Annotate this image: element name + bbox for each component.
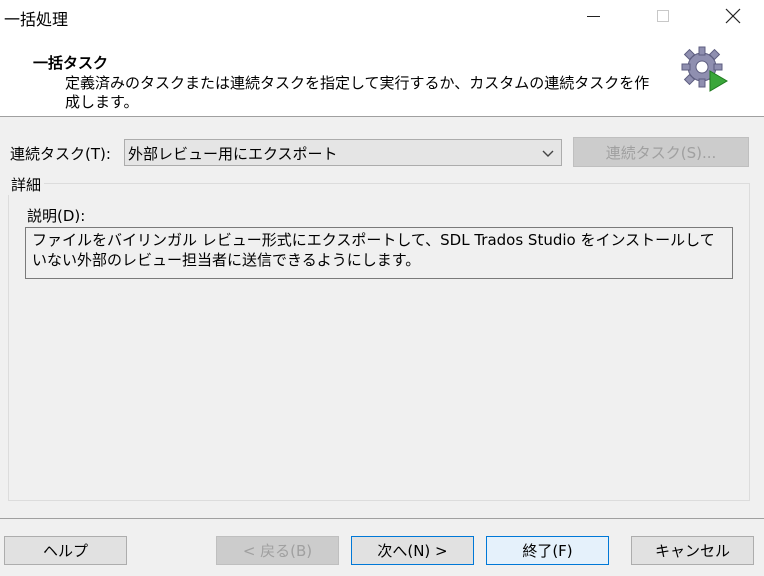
cancel-button[interactable]: キャンセル xyxy=(631,536,754,565)
chevron-down-icon xyxy=(542,150,554,157)
description-label: 説明(D): xyxy=(27,207,86,225)
wizard-header: 一括タスク 定義済みのタスクまたは連続タスクを指定して実行するか、カスタムの連続… xyxy=(0,34,764,117)
close-button[interactable] xyxy=(710,0,756,32)
sequence-dropdown[interactable]: 外部レビュー用にエクスポート xyxy=(124,139,562,166)
minimize-icon xyxy=(586,15,600,17)
close-icon xyxy=(725,8,741,24)
header-description: 定義済みのタスクまたは連続タスクを指定して実行するか、カスタムの連続タスクを作成… xyxy=(65,74,650,111)
minimize-button[interactable] xyxy=(570,0,616,32)
gear-play-icon xyxy=(681,46,728,92)
next-button[interactable]: 次へ(N) > xyxy=(351,536,474,565)
help-button[interactable]: ヘルプ xyxy=(4,536,127,565)
details-legend: 詳細 xyxy=(8,174,45,195)
sequence-button[interactable]: 連続タスク(S)... xyxy=(573,137,749,167)
sequence-label: 連続タスク(T): xyxy=(10,145,111,163)
window-title: 一括処理 xyxy=(4,10,69,29)
maximize-icon xyxy=(657,10,669,22)
header-title: 一括タスク xyxy=(33,54,109,72)
finish-button[interactable]: 終了(F) xyxy=(486,536,609,565)
description-text: ファイルをバイリンガル レビュー形式にエクスポートして、SDL Trados S… xyxy=(25,227,733,279)
back-button[interactable]: < 戻る(B) xyxy=(216,536,339,565)
footer-divider xyxy=(0,518,764,519)
title-bar: 一括処理 xyxy=(0,0,764,34)
sequence-selected-value: 外部レビュー用にエクスポート xyxy=(128,145,338,163)
maximize-button[interactable] xyxy=(640,0,686,32)
